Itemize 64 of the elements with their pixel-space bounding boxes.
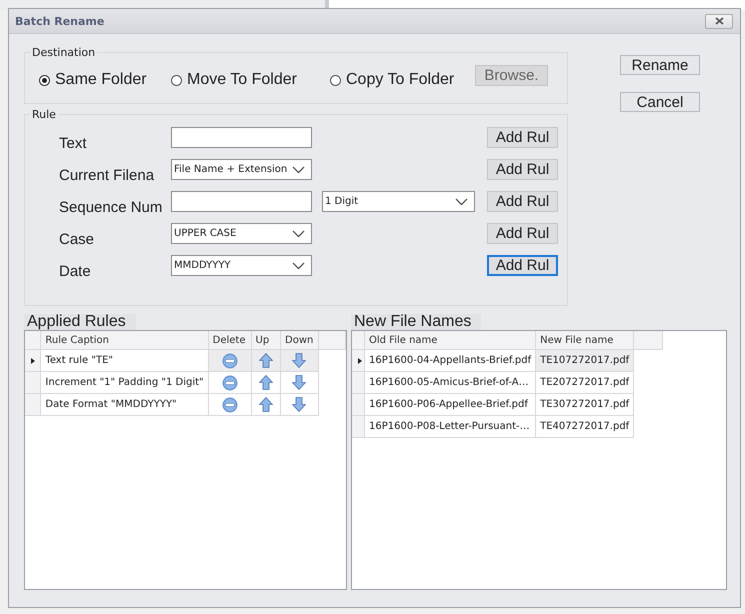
field-label: Date	[58, 263, 92, 280]
radio-label[interactable]: Same Folder	[55, 71, 147, 89]
row-indicator[interactable]	[25, 350, 41, 372]
row-indicator[interactable]	[352, 350, 364, 372]
column-header: Old File name	[364, 331, 536, 350]
input-field[interactable]	[171, 191, 312, 212]
column-header: Up	[251, 331, 280, 350]
field-label: Current Filena	[58, 167, 156, 184]
radio-button[interactable]	[171, 74, 182, 86]
radio-button[interactable]	[39, 74, 50, 86]
add-rule-button[interactable]: Add Rul	[487, 223, 558, 244]
panel-title: New File Names	[351, 314, 482, 330]
radio-label[interactable]: Move To Folder	[187, 71, 297, 89]
up-arrow-icon[interactable]	[258, 353, 273, 368]
table-cell: 16P1600-P06-Appellee-Brief.pdf	[364, 394, 536, 416]
radio-label[interactable]: Copy To Folder	[346, 71, 454, 89]
table-cell: Date Format "MMDDYYYY"	[40, 394, 208, 416]
close-icon	[714, 17, 724, 25]
delete-icon[interactable]	[222, 352, 238, 368]
column-header: New File name	[536, 331, 634, 350]
table-cell: Text rule "TE"	[40, 350, 208, 372]
delete-icon[interactable]	[222, 374, 238, 390]
up-arrow-icon[interactable]	[258, 375, 273, 390]
column-header: Rule Caption	[40, 331, 208, 350]
group-label: Destination	[31, 46, 96, 59]
chevron-down-icon	[292, 166, 305, 174]
dropdown[interactable]: MMDDYYYY	[171, 255, 312, 276]
chevron-down-icon	[292, 262, 305, 270]
dropdown[interactable]: UPPER CASE	[171, 223, 312, 244]
window-title: Batch Rename	[15, 14, 104, 28]
add-rule-button[interactable]: Add Rul	[487, 255, 558, 276]
radio-button[interactable]	[330, 74, 341, 86]
table-cell: 16P1600-05-Amicus-Brief-of-A…	[364, 372, 536, 394]
table-cell: TE107272017.pdf	[536, 350, 634, 372]
dropdown[interactable]: 1 Digit	[322, 191, 475, 212]
panel-title: Applied Rules	[24, 314, 136, 330]
table-cell: TE407272017.pdf	[536, 416, 634, 438]
close-button[interactable]	[705, 14, 733, 28]
action-button[interactable]: Rename	[620, 55, 700, 75]
add-rule-button[interactable]: Add Rul	[487, 159, 558, 180]
table-cell: TE207272017.pdf	[536, 372, 634, 394]
down-arrow-icon[interactable]	[292, 397, 306, 412]
delete-icon[interactable]	[222, 396, 238, 412]
up-arrow-icon[interactable]	[258, 397, 273, 412]
field-label: Sequence Num	[58, 199, 161, 216]
dropdown[interactable]: File Name + Extension	[171, 159, 312, 180]
browse-button[interactable]: Browse.	[475, 65, 548, 86]
down-arrow-icon[interactable]	[292, 353, 306, 368]
group-label: Rule	[31, 108, 57, 121]
table-cell: 16P1600-P08-Letter-Pursuant-…	[364, 416, 536, 438]
table-cell: TE307272017.pdf	[536, 394, 634, 416]
down-arrow-icon[interactable]	[292, 375, 306, 390]
field-label: Case	[58, 231, 96, 248]
action-button[interactable]: Cancel	[620, 92, 700, 112]
input-field[interactable]	[171, 127, 312, 148]
field-label: Text	[58, 135, 88, 152]
add-rule-button[interactable]: Add Rul	[487, 127, 558, 148]
add-rule-button[interactable]: Add Rul	[487, 191, 558, 212]
column-header: Delete	[208, 331, 251, 350]
table-cell: 16P1600-04-Appellants-Brief.pdf	[364, 350, 536, 372]
column-header: Down	[280, 331, 318, 350]
table-cell: Increment "1" Padding "1 Digit"	[40, 372, 208, 394]
chevron-down-icon	[455, 198, 468, 206]
chevron-down-icon	[292, 230, 305, 238]
